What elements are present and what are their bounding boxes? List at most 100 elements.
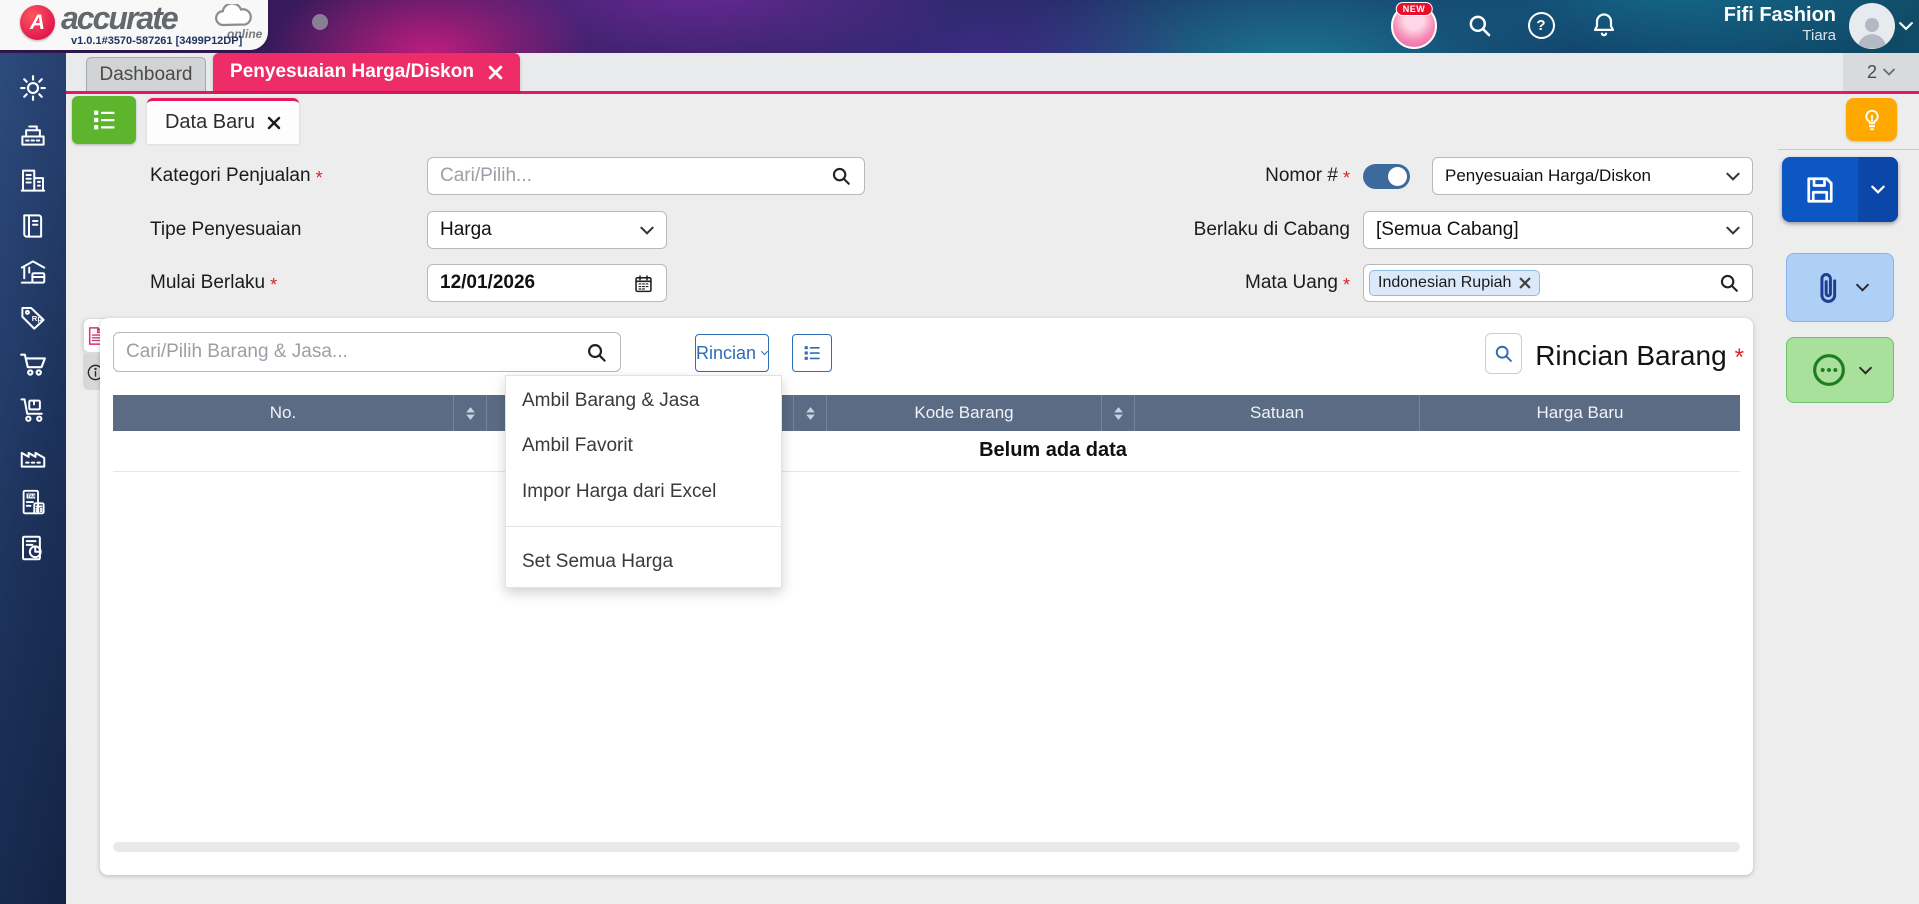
menu-item-set-semua-harga[interactable]: Set Semua Harga [506, 551, 781, 573]
berlaku-di-cabang-select[interactable]: [Semua Cabang] [1363, 211, 1753, 249]
main-content: Data Baru Kategori Penjualan* Tipe Penye… [66, 94, 1919, 904]
inventory-delivery-icon[interactable] [18, 395, 48, 425]
tax-glyph: TAX [28, 494, 36, 499]
close-icon[interactable] [488, 65, 503, 80]
menu-divider [506, 526, 781, 527]
column-satuan[interactable]: Satuan [1134, 395, 1419, 431]
tab-penyesuaian-harga-diskon[interactable]: Penyesuaian Harga/Diskon [213, 53, 520, 91]
kategori-penjualan-field[interactable] [427, 157, 865, 195]
tab-overflow-counter[interactable]: 2 [1843, 53, 1919, 91]
currency-chip[interactable]: Indonesian Rupiah [1369, 270, 1541, 296]
search-icon[interactable] [1463, 9, 1495, 41]
divider [1778, 149, 1919, 150]
kategori-penjualan-input[interactable] [440, 165, 830, 187]
lightbulb-icon [1864, 109, 1879, 130]
open-list-button[interactable] [72, 96, 136, 144]
promo-avatar[interactable]: NEW [1391, 2, 1437, 49]
logo-text: accurate [61, 0, 179, 36]
search-icon [1495, 345, 1512, 362]
sort-icon[interactable] [1101, 395, 1134, 431]
user-menu-chevron-down-icon[interactable] [1899, 21, 1913, 31]
item-search-input[interactable] [126, 341, 585, 363]
rincian-barang-panel: Rincian Rincian Barang* No. [100, 318, 1753, 875]
help-icon[interactable]: ? [1525, 9, 1557, 41]
tab-dashboard[interactable]: Dashboard [86, 57, 206, 91]
accurate-logo-icon: A [20, 5, 55, 40]
table-empty-row: Belum ada data [113, 431, 1740, 472]
save-options-chevron[interactable] [1858, 157, 1898, 222]
item-search-field[interactable] [113, 332, 621, 372]
rincian-dropdown-menu: Ambil Barang & Jasa Ambil Favorit Impor … [505, 375, 782, 588]
reports-icon[interactable] [18, 533, 48, 563]
kategori-penjualan-label: Kategori Penjualan * [150, 165, 323, 188]
column-kode-barang[interactable]: Kode Barang [826, 395, 1101, 431]
menu-item-impor-harga-excel[interactable]: Impor Harga dari Excel [506, 481, 781, 503]
chevron-down-icon [1855, 283, 1869, 292]
rincian-dropdown-button[interactable]: Rincian [695, 334, 769, 372]
remove-chip-icon[interactable] [1519, 277, 1531, 289]
window-tab-strip: Dashboard Penyesuaian Harga/Diskon 2 [66, 53, 1919, 94]
sales-pricing-icon[interactable]: Rp [18, 303, 48, 333]
cash-register-icon[interactable] [18, 119, 48, 149]
column-no[interactable]: No. [113, 395, 453, 431]
calendar-icon[interactable] [633, 273, 654, 294]
doc-tab-label: Data Baru [164, 111, 256, 133]
top-bar: A accurate online v1.0.1#3570-587261 [34… [0, 0, 1919, 53]
avatar[interactable] [1849, 3, 1895, 49]
nomor-auto-toggle[interactable] [1363, 164, 1410, 189]
sort-icon[interactable] [793, 395, 826, 431]
search-icon[interactable] [1718, 272, 1740, 294]
column-settings-button[interactable] [792, 334, 832, 372]
user-info[interactable]: Fifi Fashion Tiara [1660, 3, 1836, 45]
tab-label: Penyesuaian Harga/Diskon [230, 61, 474, 82]
save-icon[interactable] [1782, 157, 1858, 222]
search-icon[interactable] [830, 165, 852, 187]
panel-title: Rincian Barang * [1535, 340, 1744, 371]
table-search-button[interactable] [1485, 333, 1522, 374]
menu-item-ambil-barang-jasa[interactable]: Ambil Barang & Jasa [506, 390, 781, 412]
column-harga-baru[interactable]: Harga Baru [1419, 395, 1740, 431]
table-header: No. Kode Barang Satuan Harga Baru [113, 395, 1740, 431]
chevron-down-icon [761, 351, 768, 356]
empty-state-text: Belum ada data [979, 439, 1127, 461]
nomor-template-select[interactable]: Penyesuaian Harga/Diskon [1432, 157, 1753, 195]
circle-ellipsis-icon [1812, 354, 1845, 386]
save-button[interactable] [1782, 157, 1898, 222]
chevron-down-icon [1726, 172, 1740, 181]
menu-item-ambil-favorit[interactable]: Ambil Favorit [506, 435, 781, 457]
mulai-berlaku-label: Mulai Berlaku * [150, 272, 278, 295]
notifications-bell-icon[interactable] [1588, 9, 1620, 41]
mulai-berlaku-date-field[interactable] [427, 264, 667, 302]
tipe-penyesuaian-select[interactable]: Harga [427, 211, 667, 249]
company-icon[interactable] [18, 165, 48, 195]
list-icon [804, 346, 820, 360]
settings-icon[interactable] [18, 73, 48, 103]
mata-uang-field[interactable]: Indonesian Rupiah [1363, 264, 1753, 302]
sort-icon[interactable] [453, 395, 486, 431]
manufacturing-icon[interactable] [18, 441, 48, 471]
attachment-button[interactable] [1786, 253, 1894, 322]
purchases-cart-icon[interactable] [18, 349, 48, 379]
list-icon [94, 110, 115, 130]
tips-lightbulb-button[interactable] [1846, 98, 1897, 141]
close-icon[interactable] [267, 116, 281, 130]
horizontal-scrollbar[interactable] [113, 842, 1740, 852]
chevron-down-icon [1871, 185, 1885, 194]
search-icon[interactable] [585, 341, 608, 364]
chevron-down-icon [1726, 226, 1740, 235]
tax-document-icon[interactable]: TAX [18, 487, 48, 517]
tab-data-baru[interactable]: Data Baru [147, 98, 299, 144]
mata-uang-label: Mata Uang * [1245, 272, 1350, 295]
journal-book-icon[interactable] [18, 211, 48, 241]
banking-icon[interactable] [18, 257, 48, 287]
app-sidebar: Rp TAX [0, 53, 66, 904]
chevron-down-icon [1858, 366, 1872, 375]
user-name: Fifi Fashion [1723, 4, 1836, 26]
version-text: v1.0.1#3570-587261 [3499P12DP] [71, 35, 243, 47]
mulai-berlaku-input[interactable] [440, 272, 633, 294]
more-actions-button[interactable] [1786, 337, 1894, 403]
rp-glyph: Rp [32, 314, 43, 323]
chevron-down-icon [640, 226, 654, 235]
user-role: Tiara [1802, 27, 1836, 44]
nomor-label: Nomor # * [1265, 165, 1350, 188]
